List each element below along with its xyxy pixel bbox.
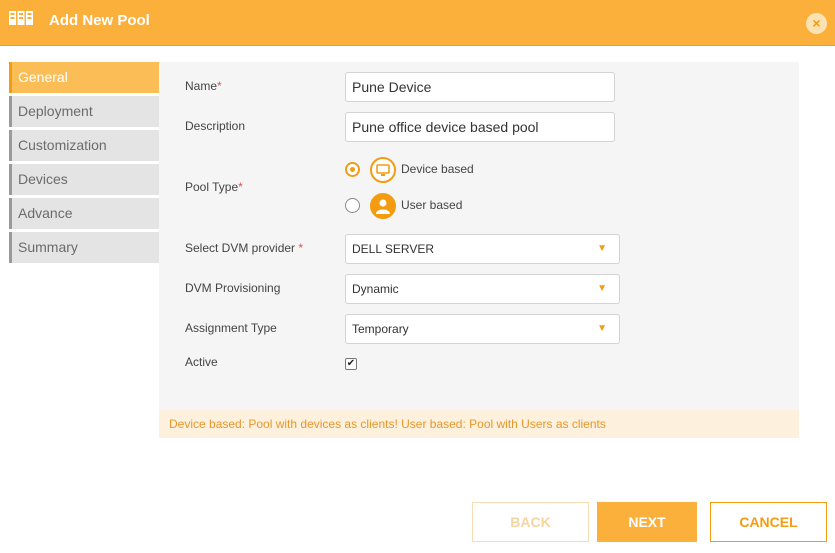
pool-type-label: Pool Type* [185, 180, 243, 194]
sidebar-item-advance[interactable]: Advance [9, 198, 159, 229]
required-mark: * [298, 241, 304, 255]
wizard-steps-sidebar: General Deployment Customization Devices… [9, 62, 159, 266]
back-button[interactable]: BACK [472, 502, 589, 542]
assignment-type-value: Temporary [352, 322, 409, 336]
device-based-label: Device based [401, 162, 474, 176]
user-based-radio[interactable] [345, 198, 360, 213]
assignment-type-label: Assignment Type [185, 321, 277, 335]
sidebar-item-summary[interactable]: Summary [9, 232, 159, 263]
dvm-provider-value: DELL SERVER [352, 242, 435, 256]
dvm-provider-label: Select DVM provider * [185, 241, 304, 255]
dropdown-arrow-icon: ▼ [597, 323, 607, 334]
dvm-provisioning-select[interactable]: Dynamic ▼ [345, 274, 620, 304]
cancel-button[interactable]: CANCEL [710, 502, 827, 542]
active-checkbox[interactable]: ✔ [345, 358, 357, 370]
description-label: Description [185, 119, 246, 133]
pool-type-info: Device based: Pool with devices as clien… [159, 410, 799, 438]
description-input[interactable]: Pune office device based pool [345, 112, 615, 142]
device-based-radio[interactable] [345, 162, 360, 177]
dvm-provisioning-label: DVM Provisioning [185, 281, 281, 295]
user-icon [370, 193, 396, 219]
sidebar-item-devices[interactable]: Devices [9, 164, 159, 195]
monitor-icon [370, 157, 396, 183]
pool-icon [9, 11, 33, 25]
dropdown-arrow-icon: ▼ [597, 283, 607, 294]
active-label: Active [185, 355, 218, 369]
required-mark: * [238, 180, 243, 194]
sidebar-item-customization[interactable]: Customization [9, 130, 159, 161]
user-based-label: User based [401, 198, 463, 212]
dialog-title: Add New Pool [49, 12, 150, 29]
close-icon[interactable]: × [806, 13, 827, 34]
sidebar-item-deployment[interactable]: Deployment [9, 96, 159, 127]
assignment-type-select[interactable]: Temporary ▼ [345, 314, 620, 344]
sidebar-item-general[interactable]: General [9, 62, 159, 93]
dvm-provisioning-value: Dynamic [352, 282, 399, 296]
required-mark: * [217, 79, 222, 93]
dropdown-arrow-icon: ▼ [597, 243, 607, 254]
name-label: Name* [185, 79, 222, 93]
name-input[interactable]: Pune Device [345, 72, 615, 102]
dialog-titlebar: Add New Pool × [0, 0, 835, 46]
dvm-provider-select[interactable]: DELL SERVER ▼ [345, 234, 620, 264]
next-button[interactable]: NEXT [597, 502, 697, 542]
